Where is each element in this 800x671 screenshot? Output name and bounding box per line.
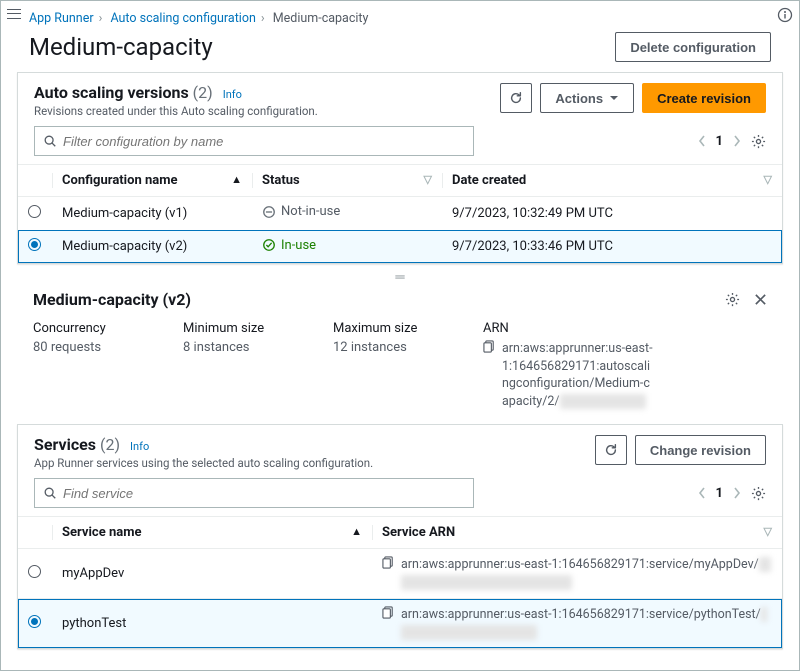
versions-page-number: 1 — [716, 134, 723, 149]
versions-info-link[interactable]: Info — [223, 88, 242, 101]
services-refresh-button[interactable] — [595, 435, 627, 465]
sort-icon[interactable]: ▽ — [764, 173, 772, 186]
versions-search-input[interactable] — [34, 126, 474, 156]
table-row[interactable]: pythonTest arn:aws:apprunner:us-east-1:1… — [18, 599, 782, 649]
copy-icon[interactable] — [382, 556, 395, 569]
services-title: Services (2) Info — [34, 435, 373, 454]
table-row[interactable]: myAppDev arn:aws:apprunner:us-east-1:164… — [18, 549, 782, 599]
services-next-page-icon[interactable] — [733, 487, 741, 499]
sort-asc-icon[interactable]: ▲ — [231, 173, 242, 186]
breadcrumb: App Runner› Auto scaling configuration› … — [1, 1, 799, 26]
row-radio[interactable] — [28, 238, 41, 251]
status-badge: Not-in-use — [262, 204, 340, 219]
versions-prev-page-icon[interactable] — [698, 135, 706, 147]
create-revision-button[interactable]: Create revision — [642, 83, 766, 113]
sort-icon[interactable]: ▽ — [764, 525, 772, 538]
detail-close-icon[interactable] — [754, 293, 767, 306]
services-subtitle: App Runner services using the selected a… — [34, 456, 373, 470]
row-radio[interactable] — [28, 615, 41, 628]
breadcrumb-l2[interactable]: Auto scaling configuration — [110, 11, 255, 26]
copy-icon[interactable] — [483, 340, 496, 353]
breadcrumb-l3: Medium-capacity — [273, 11, 369, 26]
services-settings-icon[interactable] — [751, 486, 766, 501]
table-row[interactable]: Medium-capacity (v2) In-use 9/7/2023, 10… — [18, 230, 782, 263]
detail-title: Medium-capacity (v2) — [33, 290, 191, 309]
sort-asc-icon[interactable]: ▲ — [351, 525, 362, 538]
versions-refresh-button[interactable] — [500, 83, 532, 113]
help-info-icon[interactable] — [777, 7, 793, 23]
delete-configuration-button[interactable]: Delete configuration — [615, 32, 771, 62]
hamburger-menu-icon[interactable] — [7, 7, 21, 21]
services-info-link[interactable]: Info — [130, 440, 149, 453]
versions-actions-button[interactable]: Actions — [540, 83, 634, 113]
status-badge: In-use — [262, 238, 316, 253]
versions-next-page-icon[interactable] — [733, 135, 741, 147]
versions-subtitle: Revisions created under this Auto scalin… — [34, 104, 318, 118]
services-prev-page-icon[interactable] — [698, 487, 706, 499]
row-radio[interactable] — [28, 205, 41, 218]
table-row[interactable]: Medium-capacity (v1) Not-in-use 9/7/2023… — [18, 197, 782, 231]
row-radio[interactable] — [28, 565, 41, 578]
versions-title: Auto scaling versions (2) Info — [34, 83, 318, 102]
copy-icon[interactable] — [382, 606, 395, 619]
detail-arn: arn:aws:apprunner:us-east-1:164656829171… — [483, 340, 653, 410]
versions-table: Configuration name▲ Status▽ Date created… — [18, 164, 782, 263]
services-search-input[interactable] — [34, 478, 474, 508]
breadcrumb-l1[interactable]: App Runner — [29, 11, 94, 26]
services-page-number: 1 — [716, 486, 723, 501]
services-table: Service name▲ Service ARN▽ myAppDev arn:… — [18, 516, 782, 648]
sort-icon[interactable]: ▽ — [424, 173, 432, 186]
service-arn: arn:aws:apprunner:us-east-1:164656829171… — [382, 606, 772, 641]
versions-settings-icon[interactable] — [751, 134, 766, 149]
page-title: Medium-capacity — [29, 33, 213, 61]
panel-resize-handle-icon[interactable]: ═ — [17, 274, 783, 282]
detail-settings-icon[interactable] — [725, 292, 740, 307]
service-arn: arn:aws:apprunner:us-east-1:164656829171… — [382, 556, 772, 591]
change-revision-button[interactable]: Change revision — [635, 435, 766, 465]
